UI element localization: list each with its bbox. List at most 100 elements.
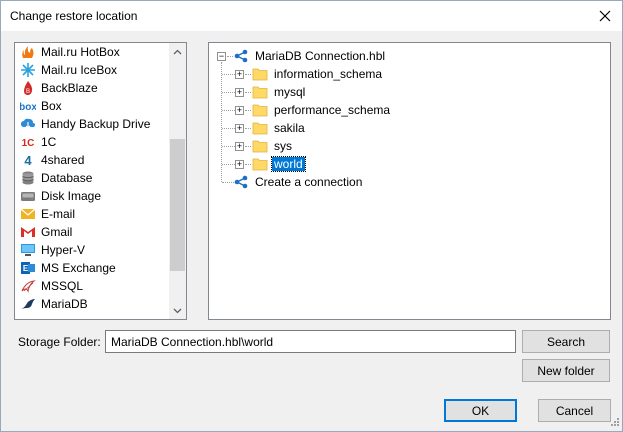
location-list-items: Mail.ru HotBox Mail.ru IceBox B BackBlaze bo… <box>15 43 170 313</box>
tree-node-label: mysql <box>274 85 306 99</box>
tree-expander[interactable]: + <box>235 88 244 97</box>
tree-node-label: performance_schema <box>274 103 391 117</box>
tree-node-label: sakila <box>274 121 305 135</box>
gmail-icon <box>20 224 36 240</box>
database-icon <box>20 170 36 186</box>
list-scrollbar[interactable] <box>169 43 186 319</box>
tree-node-sys[interactable]: sys <box>252 137 294 155</box>
list-item-label: Disk Image <box>41 189 102 203</box>
svg-text:4: 4 <box>24 153 32 168</box>
folder-icon <box>252 121 268 135</box>
cancel-button[interactable]: Cancel <box>538 399 611 422</box>
tree-connector <box>222 74 235 75</box>
list-item-1c[interactable]: 1C 1C <box>15 133 170 151</box>
list-item-mailru-hotbox[interactable]: Mail.ru HotBox <box>15 43 170 61</box>
ok-button[interactable]: OK <box>444 399 517 422</box>
svg-text:1C: 1C <box>22 138 35 149</box>
list-item-backblaze[interactable]: B BackBlaze <box>15 79 170 97</box>
create-connection-label: Create a connection <box>255 175 363 189</box>
list-item-ms-exchange[interactable]: E MS Exchange <box>15 259 170 277</box>
tree-connector <box>245 74 251 75</box>
list-item-gmail[interactable]: Gmail <box>15 223 170 241</box>
tree-node-sakila[interactable]: sakila <box>252 119 307 137</box>
list-item-mariadb[interactable]: MariaDB <box>15 295 170 313</box>
mailru-icebox-icon <box>20 62 36 78</box>
list-item-label: Mail.ru IceBox <box>41 63 118 77</box>
tree-connector <box>245 128 251 129</box>
tree-expander[interactable]: + <box>235 160 244 169</box>
folder-icon <box>252 157 268 171</box>
svg-text:E: E <box>23 264 29 273</box>
connection-share-icon <box>234 175 248 189</box>
list-item-hyper-v[interactable]: Hyper-V <box>15 241 170 259</box>
tree-connector <box>245 146 251 147</box>
tree-node-performance-schema[interactable]: performance_schema <box>252 101 392 119</box>
database-tree[interactable]: − MariaDB Connection.hbl + information_sc… <box>208 42 611 320</box>
dialog-window: Change restore location Mail.ru HotBox Ma… <box>0 0 623 432</box>
location-type-list[interactable]: Mail.ru HotBox Mail.ru IceBox B BackBlaze bo… <box>14 42 187 320</box>
title-bar: Change restore location <box>1 1 622 31</box>
mssql-icon <box>20 278 36 294</box>
tree-connector <box>222 146 235 147</box>
search-button[interactable]: Search <box>522 330 610 353</box>
tree-expander[interactable]: + <box>235 106 244 115</box>
list-item-label: E-mail <box>41 207 76 221</box>
chevron-down-icon <box>173 308 182 313</box>
tree-expander[interactable]: + <box>235 70 244 79</box>
new-folder-button[interactable]: New folder <box>522 359 610 382</box>
list-item-label: Box <box>41 99 62 113</box>
disk-image-icon <box>20 188 36 204</box>
list-item-handy-backup-drive[interactable]: Handy Backup Drive <box>15 115 170 133</box>
storage-folder-input[interactable] <box>105 330 516 353</box>
tree-connector <box>222 128 235 129</box>
scroll-thumb[interactable] <box>170 139 185 271</box>
tree-connector <box>245 164 251 165</box>
email-icon <box>20 206 36 222</box>
hyper-v-icon <box>20 242 36 258</box>
ms-exchange-icon: E <box>20 260 36 276</box>
list-item-label: MS Exchange <box>41 261 116 275</box>
window-title: Change restore location <box>10 9 138 23</box>
folder-icon <box>252 139 268 153</box>
list-item-label: Mail.ru HotBox <box>41 45 120 59</box>
tree-expander[interactable]: + <box>235 142 244 151</box>
4shared-icon: 4 <box>20 152 36 168</box>
resize-grip-icon[interactable] <box>608 417 620 429</box>
list-item-label: Handy Backup Drive <box>41 117 151 131</box>
tree-node-mysql[interactable]: mysql <box>252 83 307 101</box>
tree-node-label: information_schema <box>274 67 383 81</box>
list-item-label: 4shared <box>41 153 85 167</box>
list-item-label: Hyper-V <box>41 243 86 257</box>
tree-node-world[interactable]: world <box>252 155 306 173</box>
mariadb-icon <box>20 296 36 312</box>
list-item-disk-image[interactable]: Disk Image <box>15 187 170 205</box>
scroll-down-button[interactable] <box>169 302 186 319</box>
storage-folder-label: Storage Folder: <box>18 335 101 349</box>
list-item-4shared[interactable]: 4 4shared <box>15 151 170 169</box>
scroll-up-button[interactable] <box>169 43 186 60</box>
mailru-hotbox-icon <box>20 44 36 60</box>
folder-icon <box>252 67 268 81</box>
list-item-database[interactable]: Database <box>15 169 170 187</box>
svg-text:B: B <box>26 89 30 95</box>
list-item-box[interactable]: box Box <box>15 97 170 115</box>
tree-node-information-schema[interactable]: information_schema <box>252 65 384 83</box>
tree-connector <box>245 110 251 111</box>
folder-icon <box>252 85 268 99</box>
list-item-mailru-icebox[interactable]: Mail.ru IceBox <box>15 61 170 79</box>
chevron-up-icon <box>173 49 182 54</box>
close-button[interactable] <box>588 1 622 31</box>
tree-connector <box>222 110 235 111</box>
tree-expander[interactable]: + <box>235 124 244 133</box>
create-connection-node[interactable]: Create a connection <box>233 173 364 191</box>
tree-root-node[interactable]: MariaDB Connection.hbl <box>233 47 387 65</box>
tree-connector <box>245 92 251 93</box>
root-expander[interactable]: − <box>217 52 226 61</box>
list-item-label: Database <box>41 171 93 185</box>
handy-backup-drive-icon <box>20 116 36 132</box>
box-icon: box <box>20 98 36 114</box>
list-item-mssql[interactable]: MSSQL <box>15 277 170 295</box>
list-item-email[interactable]: E-mail <box>15 205 170 223</box>
folder-icon <box>252 103 268 117</box>
list-item-label: MariaDB <box>41 297 88 311</box>
